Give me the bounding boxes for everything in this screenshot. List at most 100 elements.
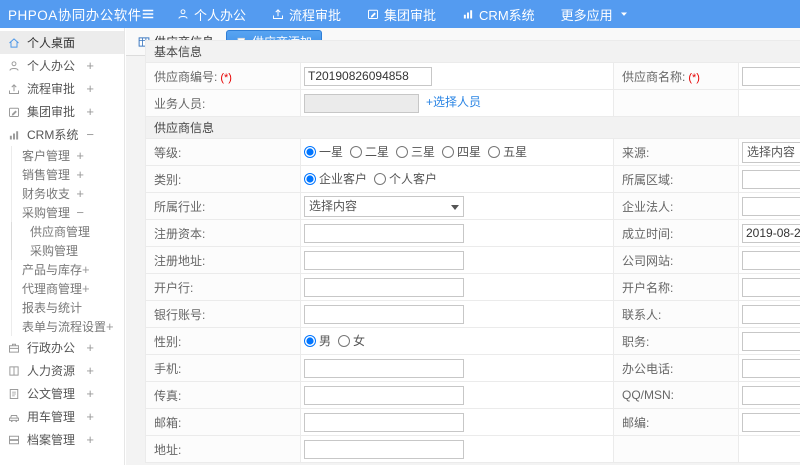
- field-cell: 选择内容: [737, 138, 800, 166]
- expand-toggle-icon[interactable]: +: [76, 148, 84, 163]
- supplier-name-input[interactable]: [742, 66, 800, 86]
- sidebar-item-label: 人力资源: [27, 364, 76, 378]
- sidebar-item-sales-mgmt[interactable]: 销售管理 +: [11, 165, 124, 184]
- expand-toggle-icon[interactable]: +: [86, 386, 94, 401]
- region-input[interactable]: [742, 169, 800, 189]
- sidebar-item-supplier-mgmt[interactable]: 供应商管理: [11, 222, 124, 241]
- sidebar-item-reports-stats[interactable]: 报表与统计: [11, 298, 124, 317]
- expand-toggle-icon[interactable]: +: [82, 262, 90, 277]
- field-cell: [737, 354, 800, 382]
- category-radio-input[interactable]: [374, 172, 387, 185]
- expand-toggle-icon[interactable]: +: [86, 409, 94, 424]
- topnav-more-apps[interactable]: 更多应用: [561, 5, 630, 24]
- expand-toggle-icon[interactable]: −: [86, 127, 94, 142]
- email-input[interactable]: [304, 412, 464, 432]
- sidebar-item-human-resources[interactable]: 人力资源 +: [0, 359, 124, 382]
- top-navigation: 个人办公 流程审批 集团审批 CRM系统 更多应用: [177, 5, 630, 24]
- menu-toggle-icon[interactable]: [141, 7, 155, 21]
- bank-input[interactable]: [304, 277, 464, 297]
- expand-toggle-icon[interactable]: −: [76, 205, 84, 220]
- sidebar-item-form-workflow-settings[interactable]: 表单与流程设置 +: [11, 317, 124, 336]
- level-radio-input[interactable]: [396, 145, 409, 158]
- category-radio-0[interactable]: 企业客户: [304, 170, 367, 187]
- sidebar-item-workflow-approval[interactable]: 流程审批 +: [0, 77, 124, 100]
- field-label: 所属区域:: [613, 165, 739, 193]
- sidebar-item-vehicle-mgmt[interactable]: 用车管理 +: [0, 405, 124, 428]
- gender-radio-input[interactable]: [338, 334, 351, 347]
- sidebar-item-crm-system[interactable]: CRM系统 −: [0, 123, 124, 146]
- company-website-input[interactable]: [742, 250, 800, 270]
- sidebar-item-agent-mgmt[interactable]: 代理商管理 +: [11, 279, 124, 298]
- level-radio-input[interactable]: [488, 145, 501, 158]
- position-input[interactable]: [742, 331, 800, 351]
- category-radio-1[interactable]: 个人客户: [374, 170, 437, 187]
- topnav-group-approval[interactable]: 集团审批: [367, 5, 436, 24]
- briefcase-icon: [8, 342, 20, 354]
- sidebar-item-archive-mgmt[interactable]: 档案管理 +: [0, 428, 124, 451]
- field-label: 性别:: [145, 327, 301, 355]
- legal-person-input[interactable]: [742, 196, 800, 216]
- expand-toggle-icon[interactable]: +: [82, 281, 90, 296]
- sidebar-item-personal-office[interactable]: 个人办公 +: [0, 54, 124, 77]
- expand-toggle-icon[interactable]: +: [86, 104, 94, 119]
- sidebar-item-customer-mgmt[interactable]: 客户管理 +: [11, 146, 124, 165]
- business-staff-picker-link[interactable]: +选择人员: [426, 95, 481, 109]
- field-label: 供应商名称: (*): [613, 62, 739, 90]
- level-radio-4[interactable]: 五星: [488, 143, 527, 160]
- bank-account-input[interactable]: [304, 304, 464, 324]
- gender-radio-input[interactable]: [304, 334, 316, 347]
- registered-capital-input[interactable]: [304, 223, 464, 243]
- mobile-input[interactable]: [304, 358, 464, 378]
- registered-address-input[interactable]: [304, 250, 464, 270]
- sidebar-item-procurement-mgmt[interactable]: 采购管理 −: [11, 203, 124, 222]
- topnav-workflow-approval[interactable]: 流程审批: [272, 5, 341, 24]
- founded-date-input[interactable]: [742, 223, 800, 243]
- industry-select[interactable]: 选择内容: [304, 195, 464, 217]
- category-radio-input[interactable]: [304, 172, 316, 185]
- expand-toggle-icon[interactable]: +: [86, 58, 94, 73]
- source-select-control[interactable]: 选择内容: [742, 141, 800, 163]
- contact-person-input[interactable]: [742, 304, 800, 324]
- sidebar-item-product-inventory[interactable]: 产品与库存 +: [11, 260, 124, 279]
- level-radio-0[interactable]: 一星: [304, 143, 343, 160]
- expand-toggle-icon[interactable]: +: [86, 81, 94, 96]
- office-phone-input[interactable]: [742, 358, 800, 378]
- gender-radio-0[interactable]: 男: [304, 332, 331, 349]
- supplier-code-input[interactable]: [304, 66, 432, 86]
- field-label: 开户名称:: [613, 273, 739, 301]
- level-radio-input[interactable]: [442, 145, 455, 158]
- level-radio-input[interactable]: [304, 145, 316, 158]
- gender-radio-1[interactable]: 女: [338, 332, 365, 349]
- expand-toggle-icon[interactable]: +: [86, 340, 94, 355]
- sidebar-item-label: 产品与库存: [22, 263, 83, 277]
- field-label: [613, 89, 739, 117]
- expand-toggle-icon[interactable]: +: [86, 432, 94, 447]
- sidebar-item-admin-office[interactable]: 行政办公 +: [0, 336, 124, 359]
- level-radio-2[interactable]: 三星: [396, 143, 435, 160]
- form-row: 业务人员: +选择人员: [145, 89, 800, 117]
- field-label: 职务:: [613, 327, 739, 355]
- topnav-crm-system[interactable]: CRM系统: [462, 5, 535, 24]
- industry-select-control[interactable]: 选择内容: [304, 195, 464, 217]
- expand-toggle-icon[interactable]: +: [106, 319, 114, 334]
- business-staff-input[interactable]: [304, 93, 419, 113]
- level-radio-input[interactable]: [350, 145, 363, 158]
- source-select[interactable]: 选择内容: [742, 141, 800, 163]
- zip-code-input[interactable]: [742, 412, 800, 432]
- expand-toggle-icon[interactable]: +: [76, 167, 84, 182]
- address-input[interactable]: [304, 439, 464, 459]
- level-radio-3[interactable]: 四星: [442, 143, 481, 160]
- qq-msn-input[interactable]: [742, 385, 800, 405]
- sidebar-item-purchasing-mgmt[interactable]: 采购管理: [11, 241, 124, 260]
- account-name-input[interactable]: [742, 277, 800, 297]
- topnav-personal-office[interactable]: 个人办公: [177, 5, 246, 24]
- expand-toggle-icon[interactable]: +: [76, 186, 84, 201]
- sidebar-item-finance-income-expense[interactable]: 财务收支 +: [11, 184, 124, 203]
- level-radio-1[interactable]: 二星: [350, 143, 389, 160]
- sidebar-item-group-approval[interactable]: 集团审批 +: [0, 100, 124, 123]
- fax-input[interactable]: [304, 385, 464, 405]
- sidebar-item-document-mgmt[interactable]: 公文管理 +: [0, 382, 124, 405]
- field-cell: [300, 300, 614, 328]
- sidebar-item-personal-desktop[interactable]: 个人桌面: [0, 31, 124, 54]
- expand-toggle-icon[interactable]: +: [86, 363, 94, 378]
